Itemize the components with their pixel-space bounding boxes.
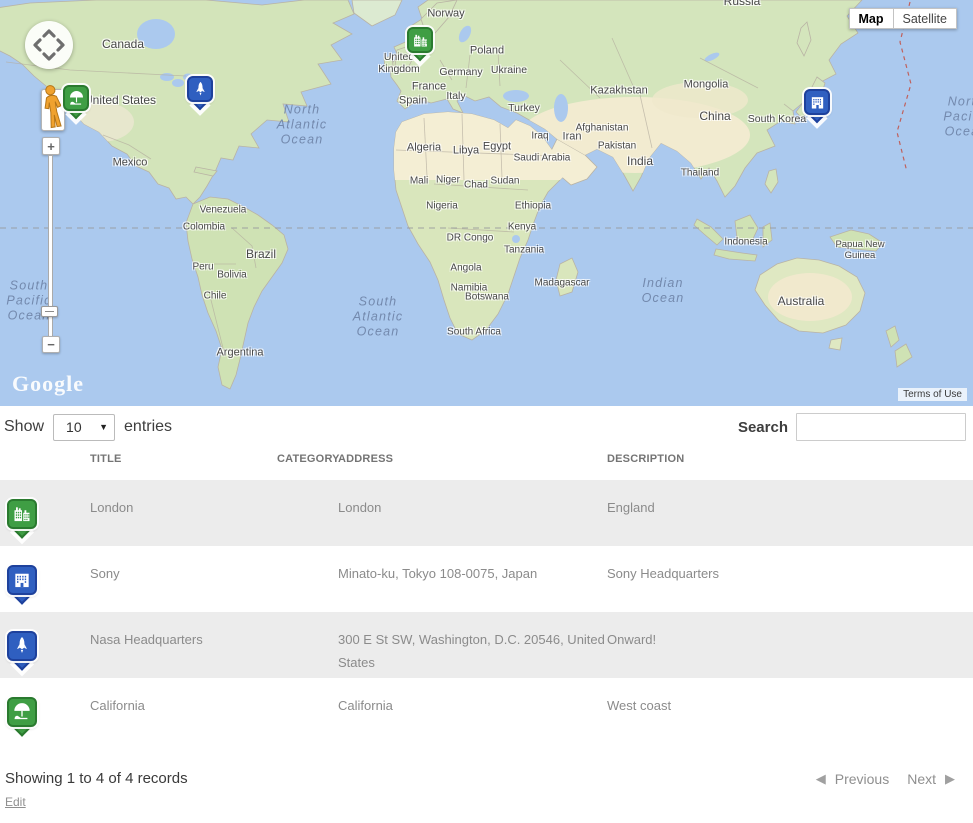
cell-address: Minato-ku, Tokyo 108-0075, Japan [338,546,607,612]
header-category[interactable]: CATEGORY [277,446,338,480]
cell-title: California [90,678,277,744]
buildings-icon [407,27,433,53]
header-icon-column [0,446,90,480]
world-map-svg [0,0,973,406]
cell-address: London [338,480,607,546]
map-pan-control[interactable] [25,21,73,69]
building-icon [7,565,37,595]
building-icon [804,89,830,115]
locations-table: TITLE CATEGORY ADDRESS DESCRIPTION Londo… [0,446,973,744]
previous-button[interactable]: Previous [835,771,889,787]
table-row: Sony Minato-ku, Tokyo 108-0075, Japan So… [0,546,973,612]
buildings-icon [7,499,37,529]
search-label: Search [738,419,788,436]
cell-category [277,678,338,744]
cell-category [277,546,338,612]
cell-description: Onward! [607,612,973,678]
cell-description: Sony Headquarters [607,546,973,612]
previous-arrow-icon[interactable]: ◀ [816,771,826,787]
beach-icon [7,697,37,727]
cell-description: England [607,480,973,546]
map-marker-california[interactable] [63,85,89,111]
map-type-map-button[interactable]: Map [849,8,894,29]
map-marker-sony[interactable] [804,89,830,115]
cell-address: California [338,678,607,744]
rocket-icon [7,631,37,661]
location-marker-icon [7,499,37,529]
pan-arrows-icon [25,21,73,69]
edit-link[interactable]: Edit [5,795,26,809]
table-controls: Show 10 ▼ entries Search [0,412,973,442]
map-marker-london[interactable] [407,27,433,53]
location-marker-icon [7,631,37,661]
beach-icon [63,85,89,111]
cell-address: 300 E St SW, Washington, D.C. 20546, Uni… [338,612,607,678]
entries-select[interactable]: 10 [53,414,115,441]
records-summary: Showing 1 to 4 of 4 records [5,770,188,787]
terms-of-use-link[interactable]: Terms of Use [898,388,967,401]
show-label: Show [4,418,44,436]
table-row: Nasa Headquarters 300 E St SW, Washingto… [0,612,973,678]
table-row: California California West coast [0,678,973,744]
pegman-streetview-control[interactable] [41,89,65,131]
table-row: London London England [0,480,973,546]
map-type-satellite-button[interactable]: Satellite [894,8,957,29]
search-input[interactable] [796,413,966,441]
next-arrow-icon[interactable]: ▶ [945,771,955,787]
zoom-out-button[interactable]: − [42,336,60,353]
zoom-in-button[interactable]: + [42,137,60,155]
google-logo[interactable]: Google [12,371,84,397]
map-marker-nasa[interactable] [187,76,213,102]
location-marker-icon [7,697,37,727]
google-map-canvas[interactable]: RussiaNorwayCanadaPolandUnited KingdomGe… [0,0,973,406]
rocket-icon [187,76,213,102]
header-title[interactable]: TITLE [90,446,277,480]
cell-title: London [90,480,277,546]
cell-title: Sony [90,546,277,612]
table-footer: Showing 1 to 4 of 4 records ◀ Previous N… [0,770,973,787]
map-type-control: Map Satellite [849,8,957,29]
cell-title: Nasa Headquarters [90,612,277,678]
header-address[interactable]: ADDRESS [338,446,607,480]
entries-label: entries [124,418,172,436]
cell-category [277,612,338,678]
zoom-slider-handle[interactable] [41,306,58,317]
next-button[interactable]: Next [907,771,936,787]
cell-category [277,480,338,546]
pagination: ◀ Previous Next ▶ [816,771,955,787]
cell-description: West coast [607,678,973,744]
header-description[interactable]: DESCRIPTION [607,446,973,480]
location-marker-icon [7,565,37,595]
table-header-row: TITLE CATEGORY ADDRESS DESCRIPTION [0,446,973,480]
